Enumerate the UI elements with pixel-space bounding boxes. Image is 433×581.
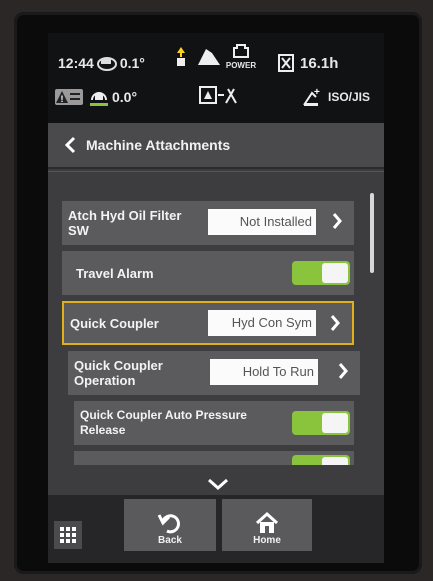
header-divider (48, 171, 384, 172)
chevron-right-icon[interactable] (338, 362, 348, 385)
warning-message-icon[interactable]: ! (54, 86, 84, 108)
back-button[interactable]: Back (124, 499, 216, 551)
pitch-value: 0.1° (119, 55, 145, 71)
power-label: POWER (225, 61, 257, 70)
bottom-nav: Back Home (48, 495, 384, 563)
setting-label: Atch Hyd Oil Filter SW (68, 208, 182, 238)
control-pattern: ISO/JIS (328, 90, 371, 104)
chevron-right-icon[interactable] (330, 314, 340, 337)
setting-label: Quick Coupler Operation (74, 358, 163, 388)
setting-travel-alarm[interactable]: Travel Alarm (62, 251, 354, 295)
auto-pressure-toggle[interactable] (292, 411, 350, 435)
chevron-down-icon[interactable] (206, 477, 230, 491)
setting-quick-coupler-auto-pressure[interactable]: Quick Coupler Auto Pressure Release (74, 401, 354, 445)
page-title: Machine Attachments (86, 137, 231, 153)
page-header: Machine Attachments (48, 123, 384, 169)
settings-list: Atch Hyd Oil Filter SW Not Installed Tra… (62, 201, 362, 471)
roll-value: 0.0° (112, 89, 138, 105)
travel-alarm-toggle[interactable] (292, 261, 350, 285)
setting-quick-coupler[interactable]: Quick Coupler Hyd Con Sym (62, 301, 354, 345)
machine-display: 12:44 0.1° POWER 16.1h ! 0.0° + ISO/JIS … (48, 33, 384, 563)
hour-meter: 16.1h (300, 54, 339, 72)
power-indicator: POWER (224, 43, 258, 70)
setting-partial-row[interactable] (74, 451, 354, 465)
fuel-icon (176, 47, 186, 67)
clock: 12:44 (58, 55, 94, 71)
setting-label: Quick Coupler Auto Pressure Release (80, 408, 247, 437)
home-icon (254, 511, 280, 535)
power-mode-icon (196, 45, 222, 67)
menu-grid-icon (59, 526, 77, 544)
hourglass-icon (278, 54, 294, 72)
setting-atch-hyd-oil-filter[interactable]: Atch Hyd Oil Filter SW Not Installed (62, 201, 354, 245)
back-label: Back (158, 535, 182, 546)
pattern-icon: + (302, 87, 322, 107)
roll-icon (88, 86, 110, 108)
scrollbar[interactable] (370, 193, 374, 273)
partial-toggle[interactable] (292, 455, 350, 465)
menu-grid-button[interactable] (54, 521, 82, 549)
setting-quick-coupler-operation[interactable]: Quick Coupler Operation Hold To Run (68, 351, 360, 395)
home-button[interactable]: Home (222, 499, 312, 551)
tilt-icon (96, 54, 118, 72)
chevron-right-icon[interactable] (332, 212, 342, 235)
status-bar: 12:44 0.1° POWER 16.1h ! 0.0° + ISO/JIS (48, 33, 384, 123)
svg-text:!: ! (61, 94, 64, 104)
home-label: Home (253, 535, 281, 546)
back-icon (157, 511, 183, 535)
back-arrow-icon[interactable] (64, 136, 76, 154)
setting-label: Quick Coupler (70, 315, 159, 331)
setting-value[interactable]: Hyd Con Sym (208, 310, 316, 336)
work-mode-icon (198, 85, 238, 107)
setting-label: Travel Alarm (76, 265, 154, 281)
setting-value[interactable]: Not Installed (208, 209, 316, 235)
setting-value[interactable]: Hold To Run (210, 359, 318, 385)
svg-text:+: + (314, 87, 320, 98)
